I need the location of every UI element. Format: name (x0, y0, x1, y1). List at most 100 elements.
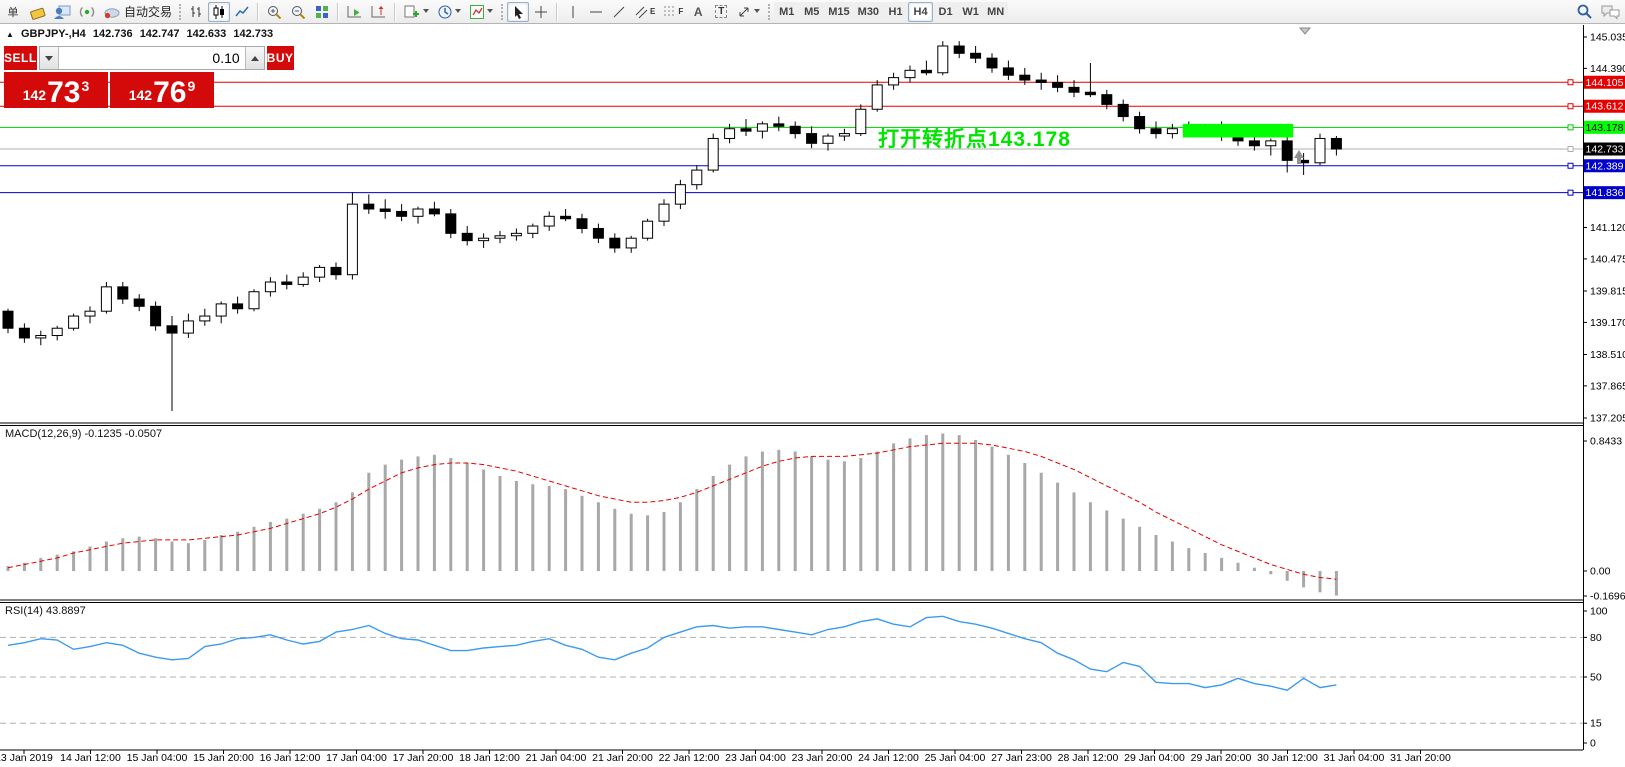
line-chart-button[interactable] (231, 2, 253, 22)
volume-decrease-button[interactable] (40, 47, 59, 69)
volume-input[interactable] (59, 47, 245, 69)
toolbar-grip[interactable] (179, 4, 181, 20)
turning-point-annotation[interactable]: 打开转折点143.178 (878, 123, 1071, 153)
toolbar-grip[interactable] (501, 4, 503, 20)
zoom-in-icon (266, 4, 283, 20)
person-chart-icon (53, 4, 71, 20)
buy-button[interactable]: BUY (267, 46, 294, 70)
text-tool-letter: A (694, 5, 703, 19)
order-button-fragment[interactable]: 单 (2, 2, 24, 22)
text-tool[interactable]: A (687, 2, 709, 22)
candle-body (659, 204, 669, 221)
chart-shift-icon (370, 4, 387, 20)
bar-chart-button[interactable] (185, 2, 207, 22)
svg-text:21 Jan 20:00: 21 Jan 20:00 (592, 752, 653, 764)
crosshair-button[interactable] (530, 2, 552, 22)
channel-tool[interactable]: E (631, 2, 658, 22)
new-order-icon[interactable] (25, 2, 49, 22)
vertical-line-tool[interactable] (562, 2, 584, 22)
toolbar-grip[interactable] (768, 4, 770, 20)
timeframe-button[interactable]: W1 (958, 2, 983, 22)
svg-text:143.178: 143.178 (1586, 122, 1624, 134)
svg-text:15 Jan 04:00: 15 Jan 04:00 (127, 752, 188, 764)
svg-text:140.475: 140.475 (1590, 253, 1625, 265)
indicators-button[interactable] (466, 2, 497, 22)
candle-body (889, 78, 899, 85)
timeframe-button[interactable]: M5 (799, 2, 824, 22)
timeframe-button[interactable]: M30 (854, 2, 883, 22)
timeframe-button[interactable]: M15 (824, 2, 853, 22)
svg-text:31 Jan 20:00: 31 Jan 20:00 (1390, 752, 1451, 764)
zoom-in-button[interactable] (263, 2, 286, 22)
horizontal-line-icon (588, 4, 604, 20)
candle-body (675, 185, 685, 204)
svg-text:142.389: 142.389 (1586, 160, 1624, 172)
trendline-tool[interactable] (608, 2, 630, 22)
candle-body (429, 209, 439, 214)
candle-body (167, 326, 177, 333)
zoom-out-button[interactable] (287, 2, 310, 22)
horizontal-line-tool[interactable] (585, 2, 607, 22)
sell-price-prefix: 142 (23, 87, 46, 103)
arrows-tool[interactable] (733, 2, 764, 22)
candle-body (1167, 129, 1177, 134)
fibonacci-tool[interactable]: F (659, 2, 686, 22)
equidistant-channel-icon (634, 4, 650, 20)
new-chart-button[interactable] (400, 2, 433, 22)
timeframe-button[interactable]: H1 (883, 2, 908, 22)
highlight-box[interactable] (1183, 124, 1293, 138)
line-handle (1568, 80, 1573, 85)
chart-shift-button[interactable] (367, 2, 390, 22)
indicators-icon (469, 4, 485, 20)
tile-windows-button[interactable] (311, 2, 333, 22)
candle-body (1085, 92, 1095, 94)
label-tool-letter: T (715, 5, 727, 18)
candle-body (216, 304, 226, 316)
svg-text:141.836: 141.836 (1586, 187, 1624, 199)
volume-increase-button[interactable] (245, 47, 264, 69)
community-icon[interactable] (50, 2, 74, 22)
sell-price-display[interactable]: 142 73 3 (4, 72, 108, 108)
candlestick-chart-button[interactable] (208, 2, 230, 22)
timeframe-button[interactable]: MN (983, 2, 1008, 22)
arrow-up-object (1294, 150, 1304, 158)
candle-body (265, 282, 275, 292)
timeframe-button[interactable]: M1 (774, 2, 799, 22)
time-axis[interactable]: 13 Jan 201914 Jan 12:0015 Jan 04:0015 Ja… (0, 750, 1451, 764)
symbol-marker-icon: ▲ (6, 30, 14, 39)
svg-text:17 Jan 20:00: 17 Jan 20:00 (393, 752, 454, 764)
svg-text:25 Jan 04:00: 25 Jan 04:00 (925, 752, 986, 764)
svg-text:139.170: 139.170 (1590, 317, 1625, 329)
candle-body (1053, 82, 1063, 87)
rsi-pane[interactable]: 1008050150 (0, 606, 1608, 750)
signal-icon[interactable] (75, 2, 99, 22)
search-icon[interactable] (1576, 3, 1593, 20)
candle-body (757, 124, 767, 131)
line-handle (1568, 163, 1573, 168)
svg-text:22 Jan 12:00: 22 Jan 12:00 (659, 752, 720, 764)
buy-price-display[interactable]: 142 76 9 (110, 72, 214, 108)
buy-price-prefix: 142 (129, 87, 152, 103)
period-button[interactable] (434, 2, 465, 22)
chat-icon[interactable] (1601, 4, 1621, 20)
candle-body (593, 228, 603, 238)
candle-body (823, 136, 833, 143)
candle-body (938, 46, 948, 73)
macd-pane[interactable]: 0.84330.00-0.1696 (8, 433, 1625, 602)
timeframe-button[interactable]: D1 (933, 2, 958, 22)
cursor-button[interactable] (507, 2, 529, 22)
tile-windows-icon (314, 4, 330, 20)
chart-area[interactable]: 145.035144.390141.120140.475139.815139.1… (0, 0, 1625, 767)
auto-trading-button[interactable]: 自动交易 (100, 2, 175, 22)
price-axis[interactable]: 145.035144.390141.120140.475139.815139.1… (1583, 32, 1625, 425)
new-chart-icon (403, 4, 421, 20)
svg-text:142.733: 142.733 (1586, 144, 1624, 156)
candle-body (298, 277, 308, 284)
sell-button[interactable]: SELL (4, 46, 37, 70)
text-label-tool[interactable]: T (710, 2, 732, 22)
candle-body (921, 70, 931, 72)
timeframe-button[interactable]: H4 (908, 2, 933, 22)
candle-body (1315, 138, 1325, 162)
auto-scroll-button[interactable] (343, 2, 366, 22)
symbol-info-bar: ▲ GBPJPY-,H4 142.736 142.747 142.633 142… (6, 28, 277, 40)
